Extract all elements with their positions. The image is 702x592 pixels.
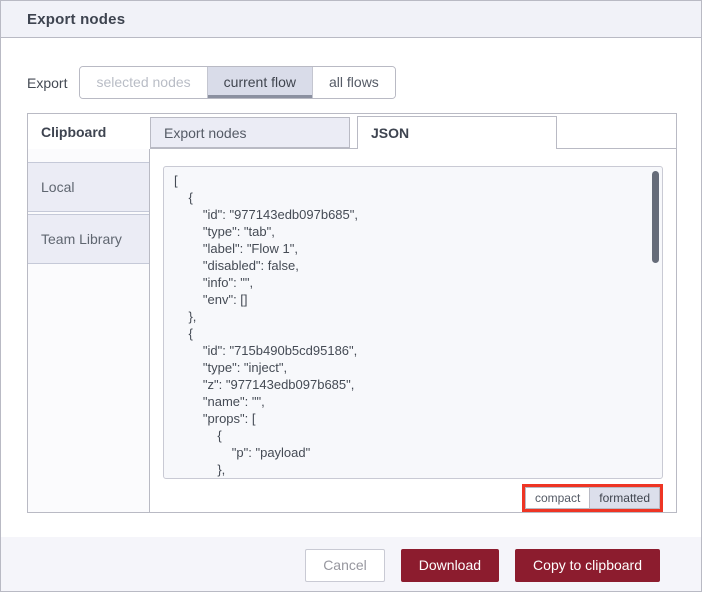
tab-content: Local Team Library [ { "id": "977143edb0… — [28, 149, 676, 512]
download-button[interactable]: Download — [400, 548, 500, 582]
export-scope-row: Export selected nodes current flow all f… — [27, 66, 701, 99]
json-panel: [ { "id": "977143edb097b685", "type": "t… — [150, 149, 676, 512]
tabs-area: Export nodes JSON — [150, 114, 676, 149]
red-annotation-highlight: compact formatted — [521, 484, 663, 512]
copy-to-clipboard-button[interactable]: Copy to clipboard — [515, 548, 660, 582]
tab-row: Clipboard Export nodes JSON — [28, 114, 676, 149]
scope-current-flow-button[interactable]: current flow — [206, 67, 313, 98]
scope-selected-nodes-button[interactable]: selected nodes — [80, 67, 207, 98]
export-scope-group: selected nodes current flow all flows — [79, 66, 396, 99]
dialog-title: Export nodes — [27, 10, 126, 28]
export-label: Export — [27, 74, 68, 91]
formatted-button[interactable]: formatted — [590, 487, 660, 509]
tab-json[interactable]: JSON — [357, 116, 557, 149]
editor-scrollbar-thumb[interactable] — [652, 171, 659, 263]
export-tab-container: Clipboard Export nodes JSON Local Team L… — [27, 113, 677, 513]
format-toggle-row: compact formatted — [163, 484, 663, 512]
tab-export-nodes[interactable]: Export nodes — [150, 117, 350, 148]
export-nodes-dialog: Export nodes Export selected nodes curre… — [0, 0, 702, 592]
dialog-header: Export nodes — [1, 1, 701, 38]
clipboard-section-label: Clipboard — [28, 114, 150, 149]
sidebar-item-team-library[interactable]: Team Library — [28, 214, 149, 264]
json-editor-content[interactable]: [ { "id": "977143edb097b685", "type": "t… — [164, 167, 662, 478]
json-editor[interactable]: [ { "id": "977143edb097b685", "type": "t… — [163, 166, 663, 479]
scope-all-flows-button[interactable]: all flows — [312, 67, 395, 98]
cancel-button[interactable]: Cancel — [305, 548, 385, 582]
compact-button[interactable]: compact — [524, 487, 591, 509]
dialog-footer: Cancel Download Copy to clipboard — [1, 537, 701, 591]
sidebar-item-local[interactable]: Local — [28, 162, 149, 212]
library-sidebar: Local Team Library — [28, 149, 150, 512]
